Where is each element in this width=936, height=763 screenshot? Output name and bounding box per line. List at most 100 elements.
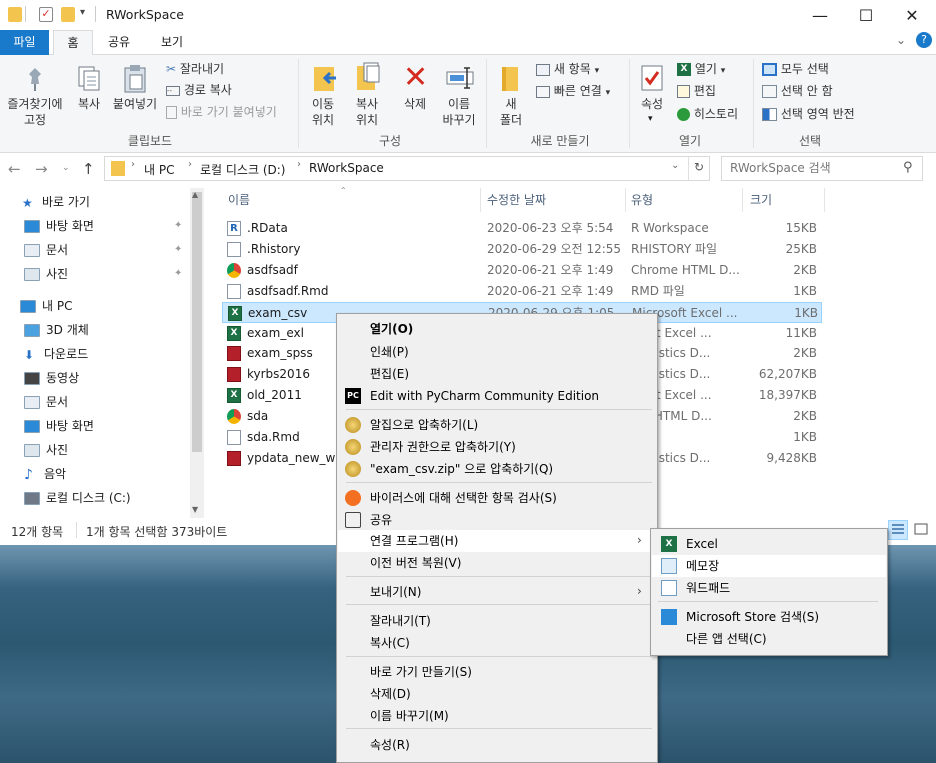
column-header-type[interactable]: 유형	[631, 188, 653, 212]
nav-item[interactable]: 바탕 화면	[24, 214, 94, 238]
table-row[interactable]: asdfsadf 2020-06-21 오후 1:49 Chrome HTML D.…	[222, 260, 822, 281]
edit-button[interactable]: 편집	[677, 83, 716, 99]
excel-icon: X	[661, 536, 677, 552]
back-arrow-icon[interactable]: ←	[8, 160, 21, 178]
copy-path-button[interactable]: -- 경로 복사	[166, 82, 232, 98]
paste-shortcut-icon	[166, 106, 177, 119]
select-none-button[interactable]: 선택 안 함	[762, 83, 833, 99]
pictures-icon	[24, 268, 40, 281]
maximize-button[interactable]: ☐	[843, 0, 889, 30]
pycharm-icon: PC	[345, 388, 361, 404]
nav-scrollbar-thumb[interactable]	[192, 192, 202, 452]
up-arrow-icon[interactable]: ↑	[82, 160, 95, 178]
pin-to-quick-access-button[interactable]: 즐겨찾기에 고정	[3, 64, 67, 128]
nav-item[interactable]: 3D 개체	[24, 318, 89, 342]
tab-home[interactable]: 홈	[53, 30, 93, 56]
nav-item[interactable]: 문서	[24, 390, 68, 414]
quick-access-dropdown-icon[interactable]: ▾	[80, 7, 85, 18]
breadcrumb-pc[interactable]: 내 PC	[144, 161, 174, 178]
nav-item-label: 문서	[46, 395, 69, 409]
open-label: 열기	[694, 62, 717, 76]
tab-share[interactable]: 공유	[98, 30, 140, 55]
copy-to-button[interactable]: 복사 위치	[346, 62, 388, 128]
open-button[interactable]: X 열기 ▾	[677, 61, 725, 79]
chevron-right-icon[interactable]: ›	[131, 159, 135, 170]
context-menu-label: 보내기(N)	[370, 585, 422, 599]
column-separator[interactable]	[625, 188, 626, 212]
chevron-right-icon[interactable]: ›	[188, 159, 192, 170]
tab-file[interactable]: 파일	[0, 30, 49, 55]
address-field[interactable]: › 내 PC › 로컬 디스크 (D:) › RWorkSpace ⌄ ↻	[104, 156, 710, 181]
new-item-button[interactable]: 새 항목 ▾	[536, 61, 599, 79]
easy-access-button[interactable]: 빠른 연결 ▾	[536, 83, 610, 101]
properties-check-icon[interactable]: ✓	[39, 7, 53, 22]
title-separator	[95, 6, 96, 22]
column-header-size[interactable]: 크기	[750, 188, 772, 212]
file-size: 2KB	[793, 409, 817, 424]
history-button[interactable]: 히스토리	[677, 106, 738, 122]
chevron-right-icon[interactable]: ›	[297, 159, 301, 170]
nav-item[interactable]: ♪ 음악	[24, 462, 66, 486]
rename-button[interactable]: 이름 바꾸기	[438, 62, 480, 128]
copy-to-icon	[355, 62, 381, 92]
column-header-date[interactable]: 수정한 날짜	[487, 188, 546, 212]
nav-item[interactable]: 사진	[24, 438, 68, 462]
invert-selection-button[interactable]: 선택 영역 반전	[762, 106, 855, 122]
folder-icon	[111, 161, 125, 176]
history-label: 히스토리	[693, 107, 738, 121]
context-menu-label: 관리자 권한으로 압축하기(Y)	[370, 440, 516, 454]
nav-item[interactable]: 로컬 디스크 (C:)	[24, 486, 131, 510]
select-group-label: 선택	[798, 134, 822, 148]
scroll-up-icon[interactable]: ▲	[192, 190, 198, 199]
nav-item[interactable]: 바탕 화면	[24, 414, 94, 438]
table-row[interactable]: asdfsadf.Rmd 2020-06-21 오후 1:49 RMD 파일 1KB	[222, 281, 822, 302]
pin-icon[interactable]: ✦	[174, 244, 182, 255]
select-all-button[interactable]: 모두 선택	[762, 61, 829, 77]
column-separator[interactable]	[742, 188, 743, 212]
new-folder-button[interactable]: 새 폴더	[492, 62, 530, 128]
nav-item[interactable]: ⬇ 다운로드	[24, 342, 88, 366]
pin-icon[interactable]: ✦	[174, 268, 182, 279]
forward-arrow-icon[interactable]: →	[35, 160, 48, 178]
minimize-button[interactable]: —	[797, 0, 843, 30]
large-icons-view-button[interactable]	[912, 520, 932, 540]
nav-item[interactable]: 사진	[24, 262, 68, 286]
breadcrumb-folder[interactable]: RWorkSpace	[309, 161, 384, 175]
pin-icon[interactable]: ✦	[174, 220, 182, 231]
close-button[interactable]: ✕	[889, 0, 935, 30]
details-view-button[interactable]	[888, 520, 908, 540]
menu-separator	[346, 576, 652, 577]
tab-view[interactable]: 보기	[150, 30, 194, 55]
copy-button[interactable]: 복사	[72, 64, 106, 114]
scroll-down-icon[interactable]: ▼	[192, 505, 198, 514]
nav-item[interactable]: 내 PC	[20, 294, 72, 318]
delete-button[interactable]: ✕ 삭제	[394, 62, 436, 128]
nav-item-label: 동영상	[46, 371, 80, 385]
nav-item[interactable]: 문서	[24, 238, 68, 262]
table-row[interactable]: .Rhistory 2020-06-29 오전 12:55 RHISTORY 파일 2…	[222, 239, 822, 260]
paste-shortcut-button[interactable]: 바로 가기 붙여넣기	[166, 104, 277, 120]
column-separator[interactable]	[480, 188, 481, 212]
search-icon[interactable]: ⚲	[903, 160, 913, 175]
help-icon[interactable]: ?	[916, 32, 932, 48]
cut-button[interactable]: ✂ 잘라내기	[166, 61, 224, 77]
address-dropdown-icon[interactable]: ⌄	[671, 160, 679, 171]
column-header-name[interactable]: 이름	[228, 188, 250, 212]
ribbon-expand-icon[interactable]: ⌄	[896, 33, 906, 47]
nav-item[interactable]: ★ 바로 가기	[22, 190, 90, 214]
menu-separator	[346, 482, 652, 483]
search-input[interactable]: RWorkSpace 검색	[721, 156, 923, 181]
breadcrumb-drive[interactable]: 로컬 디스크 (D:)	[200, 161, 285, 178]
video-icon	[24, 372, 40, 385]
file-size: 2KB	[793, 346, 817, 361]
table-row[interactable]: R .RData 2020-06-23 오후 5:54 R Workspace 15KB	[222, 218, 822, 239]
new-folder-icon[interactable]	[61, 7, 75, 22]
select-none-label: 선택 안 함	[780, 84, 833, 98]
nav-item[interactable]: 동영상	[24, 366, 79, 390]
recent-locations-icon[interactable]: ⌄	[62, 163, 70, 173]
refresh-icon[interactable]: ↻	[694, 160, 704, 174]
column-separator[interactable]	[824, 188, 825, 212]
paste-button[interactable]: 붙여넣기	[108, 64, 162, 114]
move-to-button[interactable]: 이동 위치	[303, 62, 343, 128]
properties-button[interactable]: 속성 ▾	[634, 62, 670, 128]
